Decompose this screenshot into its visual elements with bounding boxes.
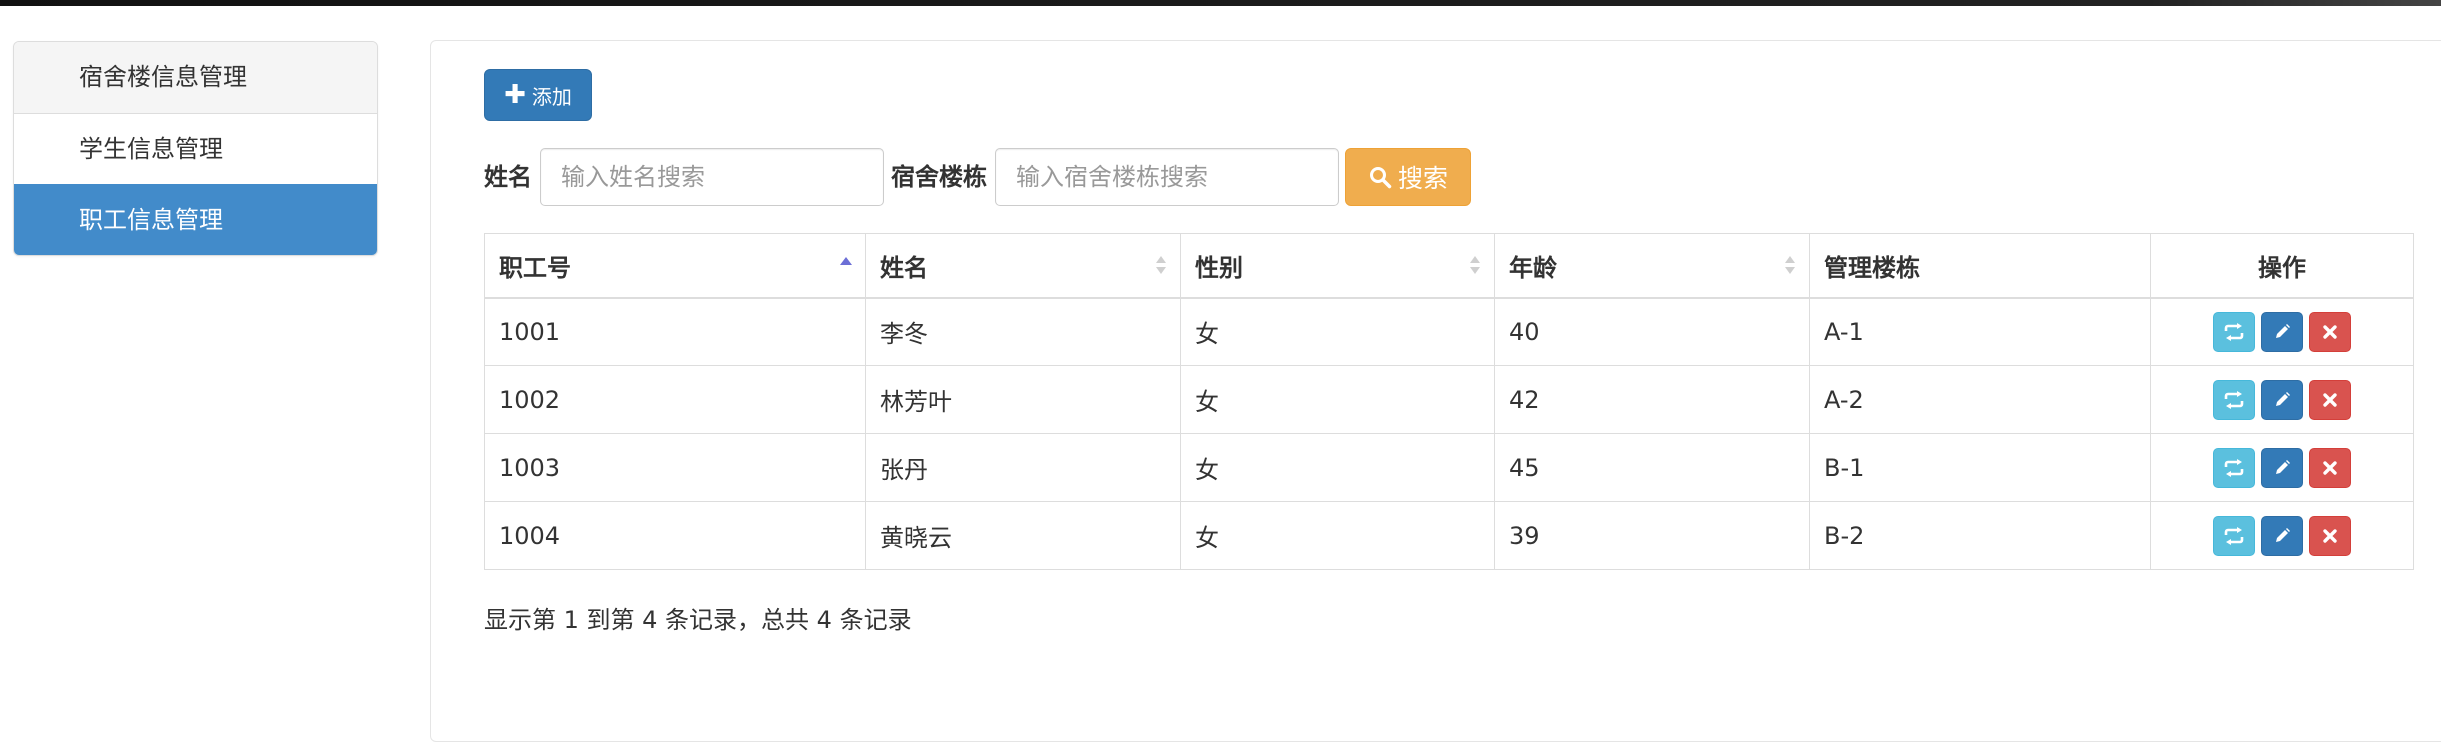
cell-staff-id: 1001 [484,297,866,366]
delete-button[interactable] [2309,379,2351,420]
column-header-name[interactable]: 姓名 [865,233,1181,299]
row-action-group [2165,515,2399,556]
cell-name: 黄晓云 [865,501,1181,570]
sidebar-nav: 宿舍楼信息管理 学生信息管理 职工信息管理 [13,41,378,256]
sort-both-icon [1470,256,1480,275]
edit-button[interactable] [2261,515,2303,556]
cell-gender: 女 [1180,501,1495,570]
reset-button[interactable] [2213,515,2255,556]
cell-actions [2150,433,2414,502]
reset-button[interactable] [2213,379,2255,420]
cell-building: A-1 [1809,297,2151,366]
delete-button[interactable] [2309,447,2351,488]
sidebar-item-staff[interactable]: 职工信息管理 [14,184,377,255]
reset-button[interactable] [2213,447,2255,488]
refresh-icon [2223,322,2245,341]
sidebar-item-students[interactable]: 学生信息管理 [14,113,377,184]
building-search-input[interactable] [995,148,1339,206]
top-bar [0,0,2441,6]
table-row: 1002 林芳叶女 42 A-2 [484,365,2414,434]
table-row: 1004 黄晓云女 39 B-2 [484,501,2414,570]
pencil-icon [2273,323,2291,341]
column-header-building: 管理楼栋 [1809,233,2151,299]
add-button-label: 添加 [531,84,572,109]
cell-building: B-1 [1809,433,2151,502]
close-icon [2322,460,2338,476]
column-header-age[interactable]: 年龄 [1494,233,1810,299]
name-search-input[interactable] [540,148,884,206]
cell-gender: 女 [1180,433,1495,502]
refresh-icon [2223,526,2245,545]
cell-gender: 女 [1180,297,1495,366]
refresh-icon [2223,458,2245,477]
cell-age: 40 [1494,297,1810,366]
pencil-icon [2273,527,2291,545]
search-button[interactable]: 搜索 [1345,148,1471,206]
staff-table: 职工号 姓名 性别 年龄 管理楼栋 操作 1001 李冬 女 40 A-1 10… [484,233,2414,570]
plus-icon: ✚ [504,80,526,110]
delete-button[interactable] [2309,515,2351,556]
edit-button[interactable] [2261,447,2303,488]
cell-actions [2150,365,2414,434]
cell-staff-id: 1003 [484,433,866,502]
cell-name: 李冬 [865,297,1181,366]
row-action-group [2165,447,2399,488]
cell-name: 林芳叶 [865,365,1181,434]
sort-both-icon [1156,256,1166,275]
name-search-label: 姓名 [484,163,532,191]
close-icon [2322,528,2338,544]
edit-button[interactable] [2261,379,2303,420]
cell-staff-id: 1002 [484,365,866,434]
delete-button[interactable] [2309,311,2351,352]
sort-asc-icon [840,257,852,266]
sidebar-item-dorm-buildings[interactable]: 宿舍楼信息管理 [14,42,377,113]
row-action-group [2165,379,2399,420]
pencil-icon [2273,391,2291,409]
row-action-group [2165,311,2399,352]
refresh-icon [2223,390,2245,409]
cell-gender: 女 [1180,365,1495,434]
close-icon [2322,392,2338,408]
cell-staff-id: 1004 [484,501,866,570]
cell-building: B-2 [1809,501,2151,570]
column-header-staff-id[interactable]: 职工号 [484,233,866,299]
search-icon [1369,167,1392,189]
column-header-gender[interactable]: 性别 [1180,233,1495,299]
table-row: 1003 张丹女 45 B-1 [484,433,2414,502]
table-header-row: 职工号 姓名 性别 年龄 管理楼栋 操作 [484,233,2414,299]
pencil-icon [2273,459,2291,477]
column-header-actions: 操作 [2150,233,2414,299]
table-row: 1001 李冬女 40 A-1 [484,297,2414,366]
cell-actions [2150,297,2414,366]
close-icon [2322,324,2338,340]
building-search-label: 宿舍楼栋 [891,163,987,191]
reset-button[interactable] [2213,311,2255,352]
pagination-info: 显示第 1 到第 4 条记录，总共 4 条记录 [484,606,912,634]
add-button[interactable]: ✚ 添加 [484,69,592,121]
cell-building: A-2 [1809,365,2151,434]
sort-both-icon [1785,256,1795,275]
cell-name: 张丹 [865,433,1181,502]
cell-actions [2150,501,2414,570]
cell-age: 42 [1494,365,1810,434]
search-button-label: 搜索 [1397,164,1448,193]
cell-age: 39 [1494,501,1810,570]
edit-button[interactable] [2261,311,2303,352]
cell-age: 45 [1494,433,1810,502]
